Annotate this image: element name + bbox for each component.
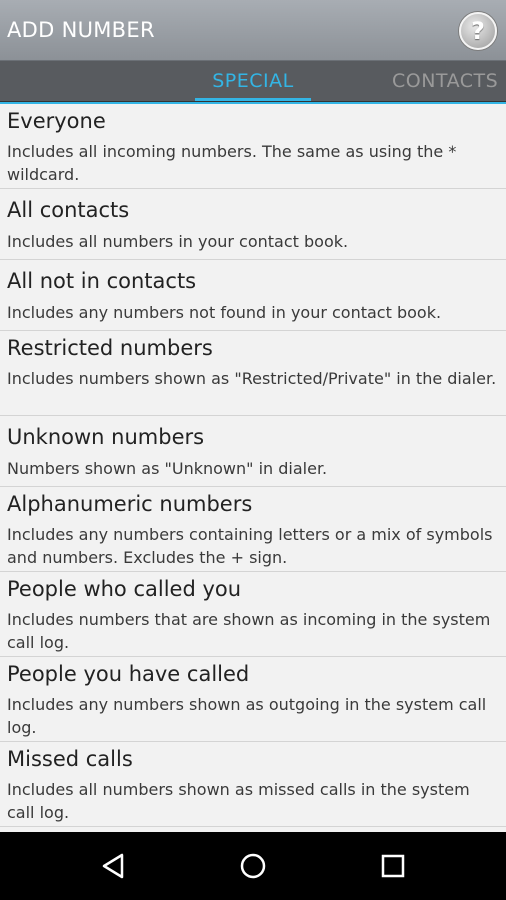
list-item-desc: Includes any numbers containing letters … [7,525,493,567]
list-item-title: Restricted numbers [7,336,213,360]
list-item-title: All contacts [7,198,130,222]
list-item-desc: Includes all incoming numbers. The same … [7,142,457,184]
list-item-desc: Includes numbers that are shown as incom… [7,610,491,652]
system-nav-bar [0,832,506,900]
list-item-title: Alphanumeric numbers [7,492,253,516]
list-item-title: People you have called [7,662,250,686]
title-bar: ADD NUMBER ? [0,0,506,61]
list-item-unknown[interactable]: Unknown numbers Numbers shown as "Unknow… [0,416,506,487]
list-item-called-you[interactable]: People who called you Includes numbers t… [0,572,506,657]
list-item-desc: Includes numbers shown as "Restricted/Pr… [7,369,497,388]
list-item-desc: Numbers shown as "Unknown" in dialer. [7,459,328,478]
list-item-not-in-contacts[interactable]: All not in contacts Includes any numbers… [0,260,506,331]
list-item-title: All not in contacts [7,269,197,293]
list-item-title: Everyone [7,109,106,133]
help-question-icon[interactable]: ? [459,12,497,50]
list-item-desc: Includes any numbers not found in your c… [7,303,442,322]
list-item-all-contacts[interactable]: All contacts Includes all numbers in you… [0,189,506,260]
list-item-desc: Includes all numbers in your contact boo… [7,232,349,251]
tab-contacts[interactable]: CONTACTS [392,70,498,92]
list-item-alphanumeric[interactable]: Alphanumeric numbers Includes any number… [0,487,506,572]
back-icon[interactable] [96,849,130,883]
list-item-everyone[interactable]: Everyone Includes all incoming numbers. … [0,104,506,189]
tab-special[interactable]: SPECIAL [195,70,311,92]
list-item-desc: Includes all numbers shown as missed cal… [7,780,470,822]
recent-apps-icon[interactable] [376,849,410,883]
list-item-title: People who called you [7,577,242,601]
list-item-missed-calls[interactable]: Missed calls Includes all numbers shown … [0,742,506,827]
home-icon[interactable] [236,849,270,883]
list-item-desc: Includes any numbers shown as outgoing i… [7,695,487,737]
tab-bar: SPECIAL CONTACTS [0,61,506,102]
list-item-title: Missed calls [7,747,133,771]
list-item-you-called[interactable]: People you have called Includes any numb… [0,657,506,742]
page-title: ADD NUMBER [7,18,155,42]
list-item-title: Unknown numbers [7,425,205,449]
list-item-restricted[interactable]: Restricted numbers Includes numbers show… [0,331,506,416]
